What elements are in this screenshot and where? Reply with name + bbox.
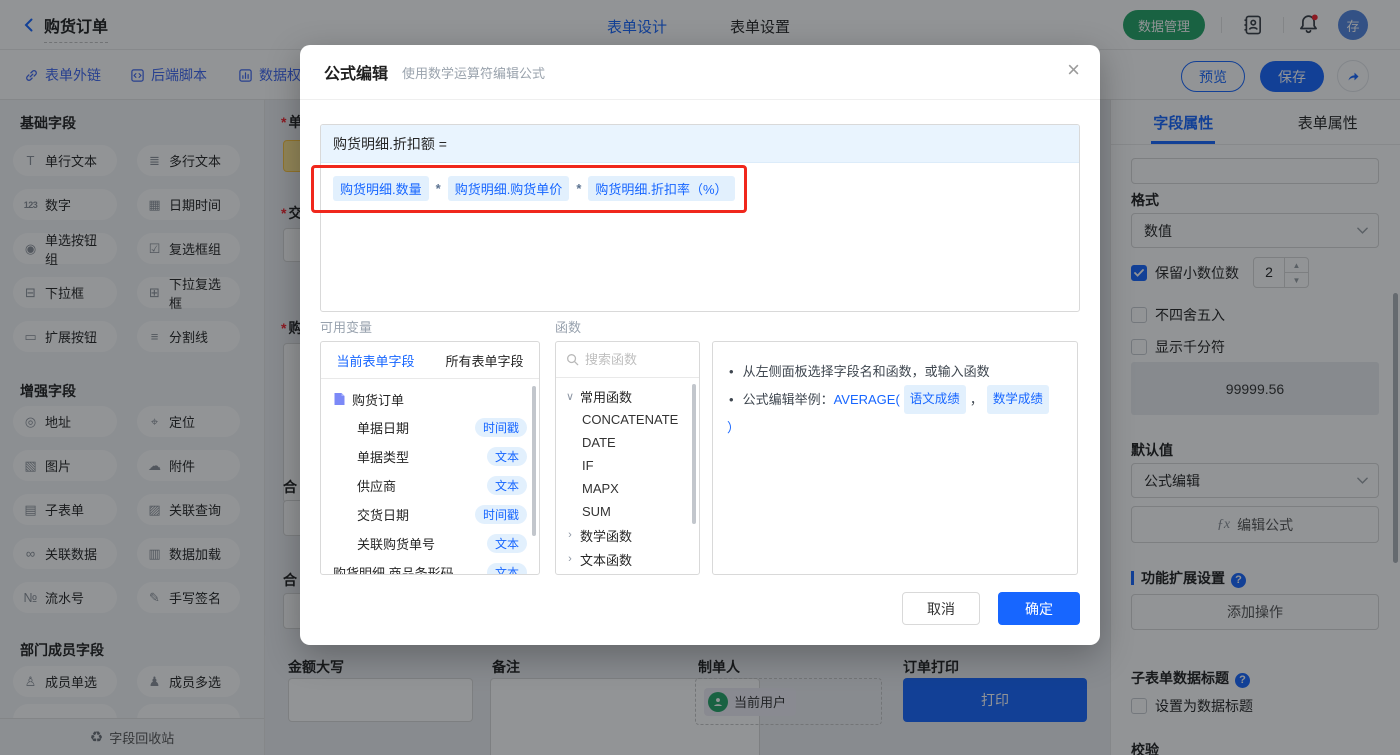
help-bullet-2: 公式编辑举例：AVERAGE(语文成绩，数学成绩 ） bbox=[727, 385, 1063, 441]
variables-scrollbar[interactable] bbox=[532, 386, 536, 536]
formula-editor: 购货明细.折扣额 = 购货明细.数量 * 购货明细.购货单价 * 购货明细.折扣… bbox=[320, 124, 1080, 312]
example-comma: ， bbox=[969, 392, 983, 407]
function-group-math[interactable]: › 数学函数 bbox=[556, 523, 699, 547]
chevron-right-icon: › bbox=[568, 553, 572, 565]
function-item[interactable]: IF bbox=[556, 454, 699, 477]
multiply-operator: * bbox=[576, 181, 582, 196]
help-bullet-1: 从左侧面板选择字段名和函数，或输入函数 bbox=[727, 358, 1063, 385]
chevron-down-icon: ∨ bbox=[565, 390, 575, 403]
variable-row[interactable]: 单据类型 文本 bbox=[321, 442, 539, 471]
variables-tree-root[interactable]: 购货订单 bbox=[321, 385, 539, 413]
help-text: 从左侧面板选择字段名和函数，或输入函数 bbox=[742, 364, 990, 379]
confirm-button[interactable]: 确定 bbox=[998, 592, 1080, 625]
dialog-title: 公式编辑 bbox=[324, 66, 389, 83]
variable-row[interactable]: 交货日期 时间戳 bbox=[321, 500, 539, 529]
functions-scrollbar[interactable] bbox=[692, 384, 696, 524]
example-field-chip: 数学成绩 bbox=[986, 385, 1049, 414]
formula-help-panel: 从左侧面板选择字段名和函数，或输入函数 公式编辑举例：AVERAGE(语文成绩，… bbox=[712, 341, 1078, 575]
variables-panel: 当前表单字段 所有表单字段 购货订单 单据日期 时间戳 单据类型 文本 供应商 文本 … bbox=[320, 341, 540, 575]
multiply-operator: * bbox=[435, 181, 441, 196]
help-text: 公式编辑举例： bbox=[742, 392, 834, 407]
function-item[interactable]: DATE bbox=[556, 431, 699, 454]
function-group-label: 数学函数 bbox=[580, 528, 633, 544]
form-doc-icon bbox=[334, 393, 345, 405]
variables-tabs: 当前表单字段 所有表单字段 bbox=[321, 342, 539, 379]
function-search-row bbox=[556, 342, 699, 378]
function-search-input[interactable] bbox=[585, 352, 675, 367]
search-icon bbox=[567, 354, 579, 366]
function-group-label: 文本函数 bbox=[580, 552, 633, 568]
functions-panel: ∨ 常用函数 CONCATENATE DATE IF MAPX SUM › 数学函数… bbox=[555, 341, 700, 575]
variable-type-badge: 文本 bbox=[486, 447, 527, 466]
formula-target: 购货明细.折扣额 = bbox=[321, 125, 1079, 163]
variable-type-badge: 文本 bbox=[486, 476, 527, 495]
close-icon[interactable]: × bbox=[1067, 59, 1080, 81]
variables-label: 可用变量 bbox=[320, 320, 373, 335]
variable-name: 购货明细.商品条形码 bbox=[333, 566, 454, 575]
variable-type-badge: 文本 bbox=[486, 534, 527, 553]
variables-tree-root-label: 购货订单 bbox=[352, 392, 405, 408]
cancel-button[interactable]: 取消 bbox=[902, 592, 980, 625]
functions-label: 函数 bbox=[555, 320, 582, 335]
variable-name: 交货日期 bbox=[357, 508, 410, 523]
variable-name: 关联购货单号 bbox=[357, 537, 436, 552]
formula-edit-dialog: 公式编辑 使用数学运算符编辑公式 × 购货明细.折扣额 = 购货明细.数量 * … bbox=[300, 45, 1100, 645]
variable-row[interactable]: 供应商 文本 bbox=[321, 471, 539, 500]
dialog-header: 公式编辑 使用数学运算符编辑公式 × bbox=[300, 45, 1100, 100]
function-item[interactable]: SUM bbox=[556, 500, 699, 523]
example-field-chip: 语文成绩 bbox=[903, 385, 966, 414]
dialog-subtitle: 使用数学运算符编辑公式 bbox=[402, 65, 546, 81]
formula-input-area[interactable]: 购货明细.数量 * 购货明细.购货单价 * 购货明细.折扣率（%） bbox=[321, 163, 1079, 214]
variable-row[interactable]: 购货明细.商品条形码 文本 bbox=[321, 558, 539, 575]
tab-all-form-fields[interactable]: 所有表单字段 bbox=[430, 342, 539, 378]
function-item[interactable]: CONCATENATE bbox=[556, 408, 699, 431]
variable-row[interactable]: 关联购货单号 文本 bbox=[321, 529, 539, 558]
chevron-right-icon: › bbox=[568, 529, 572, 541]
function-group-label: 常用函数 bbox=[580, 389, 633, 405]
tab-current-form-fields[interactable]: 当前表单字段 bbox=[321, 342, 430, 378]
variable-type-badge: 时间戳 bbox=[474, 505, 527, 524]
variable-type-badge: 时间戳 bbox=[474, 418, 527, 437]
example-function-close: ） bbox=[727, 420, 741, 435]
form-designer-app: 购货订单 表单设计 表单设置 数据管理 存 表单外链 后端脚本 数据权限 预览 … bbox=[0, 0, 1400, 755]
function-group-text[interactable]: › 文本函数 bbox=[556, 547, 699, 571]
variable-type-badge: 文本 bbox=[486, 563, 527, 574]
example-function-open: AVERAGE( bbox=[833, 392, 900, 407]
variable-name: 单据类型 bbox=[357, 450, 410, 465]
function-item[interactable]: MAPX bbox=[556, 477, 699, 500]
formula-token[interactable]: 购货明细.购货单价 bbox=[447, 176, 570, 201]
formula-token[interactable]: 购货明细.数量 bbox=[333, 176, 429, 201]
formula-token[interactable]: 购货明细.折扣率（%） bbox=[588, 176, 735, 201]
variable-row[interactable]: 单据日期 时间戳 bbox=[321, 413, 539, 442]
variable-name: 供应商 bbox=[357, 479, 397, 494]
variable-name: 单据日期 bbox=[357, 421, 410, 436]
function-group-common[interactable]: ∨ 常用函数 bbox=[556, 384, 699, 408]
